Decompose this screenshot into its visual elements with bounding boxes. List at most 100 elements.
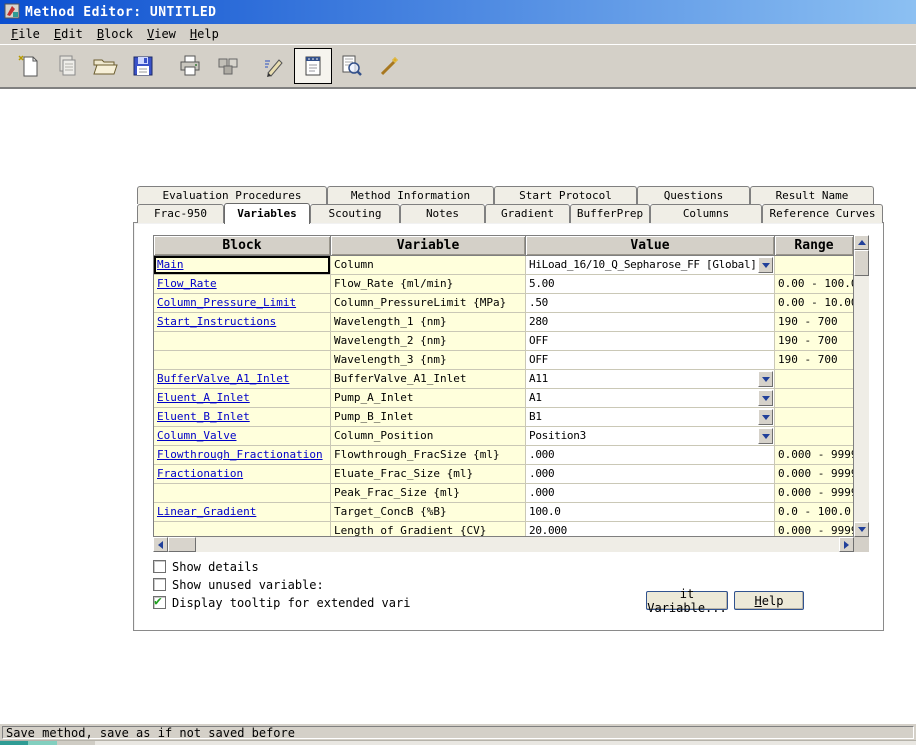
value-cell[interactable]: .000 (526, 465, 775, 484)
tab-questions[interactable]: Questions (637, 186, 750, 204)
block-link[interactable]: Flow_Rate (157, 277, 217, 290)
scroll-down-icon[interactable] (854, 522, 869, 537)
block-link[interactable]: Column_Pressure_Limit (157, 296, 296, 309)
variables-tab-page: Block Variable Value Range Main Column H… (133, 222, 884, 631)
menu-edit[interactable]: Edit (47, 26, 90, 42)
signature-pen-icon[interactable] (256, 48, 294, 84)
menu-view[interactable]: View (140, 26, 183, 42)
print-icon[interactable] (171, 48, 209, 84)
range-cell (775, 256, 853, 275)
dropdown-arrow-icon[interactable] (758, 390, 773, 406)
block-cell (154, 484, 331, 503)
value-cell[interactable]: 5.00 (526, 275, 775, 294)
statusbar: Save method, save as if not saved before (0, 723, 916, 740)
copy-method-icon[interactable] (48, 48, 86, 84)
tiles-icon[interactable] (209, 48, 247, 84)
block-link[interactable]: Start_Instructions (157, 315, 276, 328)
value-cell[interactable]: OFF (526, 332, 775, 351)
tab-gradient[interactable]: Gradient (485, 204, 570, 223)
table-header: Block Variable Value Range (154, 236, 853, 256)
menu-help[interactable]: Help (183, 26, 226, 42)
vertical-scroll-thumb[interactable] (854, 250, 869, 276)
tab-variables[interactable]: Variables (224, 203, 310, 224)
save-method-icon[interactable] (124, 48, 162, 84)
tab-frac-950[interactable]: Frac-950 (137, 204, 224, 223)
new-method-icon[interactable] (10, 48, 48, 84)
value-cell[interactable]: A11 (526, 370, 775, 389)
client-area: Evaluation Procedures Method Information… (0, 88, 916, 723)
block-cell (154, 332, 331, 351)
block-cell: Linear_Gradient (154, 503, 331, 522)
value-cell[interactable]: A1 (526, 389, 775, 408)
horizontal-scroll-thumb[interactable] (168, 537, 196, 552)
block-link[interactable]: Fractionation (157, 467, 243, 480)
dropdown-arrow-icon[interactable] (758, 409, 773, 425)
help-button[interactable]: Help (734, 591, 804, 610)
header-block[interactable]: Block (154, 236, 331, 255)
block-cell: Eluent_A_Inlet (154, 389, 331, 408)
table-row: Eluent_A_Inlet Pump_A_Inlet A1 (154, 389, 853, 408)
notes-icon[interactable] (294, 48, 332, 84)
menu-block[interactable]: Block (90, 26, 140, 42)
range-cell: 190 - 700 (775, 351, 853, 370)
value-cell[interactable]: OFF (526, 351, 775, 370)
tab-scouting[interactable]: Scouting (310, 204, 400, 223)
value-cell[interactable]: Position3 (526, 427, 775, 446)
header-range[interactable]: Range (775, 236, 853, 255)
block-link[interactable]: Flowthrough_Fractionation (157, 448, 323, 461)
table-row: Flow_Rate Flow_Rate {ml/min} 5.00 0.00 -… (154, 275, 853, 294)
block-link[interactable]: Eluent_A_Inlet (157, 391, 250, 404)
header-variable[interactable]: Variable (331, 236, 526, 255)
table-row: Peak_Frac_Size {ml} .000 0.000 - 99999.0… (154, 484, 853, 503)
value-cell[interactable]: 20.000 (526, 522, 775, 537)
value-cell[interactable]: .000 (526, 484, 775, 503)
block-cell: Flow_Rate (154, 275, 331, 294)
dropdown-arrow-icon[interactable] (758, 428, 773, 444)
tab-evaluation-procedures[interactable]: Evaluation Procedures (137, 186, 327, 204)
tab-columns[interactable]: Columns (650, 204, 762, 223)
value-cell[interactable]: HiLoad_16/10_Q_Sepharose_FF [Global] (526, 256, 775, 275)
window-title: Method Editor: UNTITLED (25, 5, 217, 20)
scroll-right-icon[interactable] (839, 537, 854, 552)
dropdown-arrow-icon[interactable] (758, 257, 773, 273)
print-preview-icon[interactable] (332, 48, 370, 84)
horizontal-scrollbar[interactable] (153, 537, 854, 552)
value-cell[interactable]: 100.0 (526, 503, 775, 522)
edit-variable-button[interactable]: it Variable... (646, 591, 728, 610)
show-details-checkbox[interactable] (153, 560, 166, 573)
vertical-scrollbar[interactable] (854, 235, 869, 537)
variable-cell: Length_of_Gradient {CV} (331, 522, 526, 537)
block-link[interactable]: Eluent_B_Inlet (157, 410, 250, 423)
tab-start-protocol[interactable]: Start Protocol (494, 186, 637, 204)
scroll-left-icon[interactable] (153, 537, 168, 552)
table-row: Column_Pressure_Limit Column_PressureLim… (154, 294, 853, 313)
dropdown-arrow-icon[interactable] (758, 371, 773, 387)
open-method-icon[interactable] (86, 48, 124, 84)
variable-cell: Column_PressureLimit {MPa} (331, 294, 526, 313)
tab-method-information[interactable]: Method Information (327, 186, 494, 204)
scroll-up-icon[interactable] (854, 235, 869, 250)
wizard-wand-icon[interactable] (370, 48, 408, 84)
header-value[interactable]: Value (526, 236, 775, 255)
block-link[interactable]: Linear_Gradient (157, 505, 256, 518)
tab-notes[interactable]: Notes (400, 204, 485, 223)
variable-cell: Eluate_Frac_Size {ml} (331, 465, 526, 484)
display-tooltip-checkbox[interactable]: ✔ (153, 596, 166, 609)
variable-cell: Wavelength_1 {nm} (331, 313, 526, 332)
value-cell[interactable]: 280 (526, 313, 775, 332)
range-cell: 0.000 - 99999.00 (775, 522, 853, 537)
block-link[interactable]: BufferValve_A1_Inlet (157, 372, 289, 385)
tab-result-name[interactable]: Result Name (750, 186, 874, 204)
show-unused-checkbox[interactable] (153, 578, 166, 591)
tab-bufferprep[interactable]: BufferPrep (570, 204, 650, 223)
value-cell[interactable]: .000 (526, 446, 775, 465)
horizontal-scroll-track[interactable] (196, 537, 839, 552)
value-cell[interactable]: B1 (526, 408, 775, 427)
toolbar-separator (247, 48, 256, 84)
tab-reference-curves[interactable]: Reference Curves (762, 204, 883, 223)
vertical-scroll-track[interactable] (854, 276, 869, 522)
block-link[interactable]: Main (157, 258, 184, 271)
block-link[interactable]: Column_Valve (157, 429, 236, 442)
menu-file[interactable]: File (4, 26, 47, 42)
value-cell[interactable]: .50 (526, 294, 775, 313)
